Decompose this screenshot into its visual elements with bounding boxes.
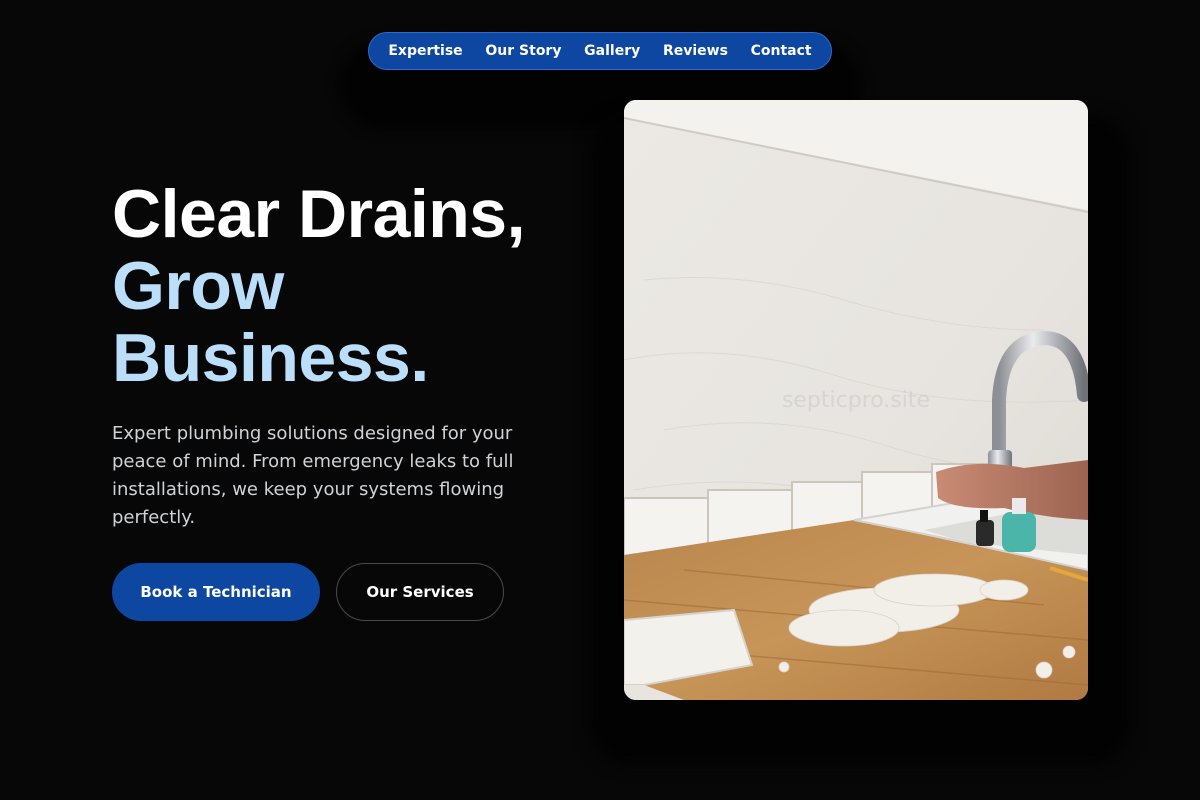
hero-description: Expert plumbing solutions designed for y… xyxy=(112,423,514,528)
nav-link-contact[interactable]: Contact xyxy=(751,43,812,59)
hero-title-line-1: Clear Drains, xyxy=(112,176,526,252)
hero-image: septicpro.site xyxy=(624,100,1088,700)
nav-link-expertise[interactable]: Expertise xyxy=(388,43,462,59)
our-services-button[interactable]: Our Services xyxy=(336,563,504,621)
nav-link-gallery[interactable]: Gallery xyxy=(584,43,640,59)
hero-title: Clear Drains, Grow Business. xyxy=(112,176,526,396)
nav-link-reviews[interactable]: Reviews xyxy=(663,43,728,59)
page: Expertise Our Story Gallery Reviews Cont… xyxy=(0,0,1200,800)
nav-link-our-story[interactable]: Our Story xyxy=(485,43,561,59)
hero-title-line-2: Grow xyxy=(112,248,284,324)
image-watermark: septicpro.site xyxy=(781,388,931,413)
top-nav: Expertise Our Story Gallery Reviews Cont… xyxy=(368,32,832,70)
book-technician-button[interactable]: Book a Technician xyxy=(112,563,320,621)
hero-title-line-3: Business. xyxy=(112,320,429,396)
